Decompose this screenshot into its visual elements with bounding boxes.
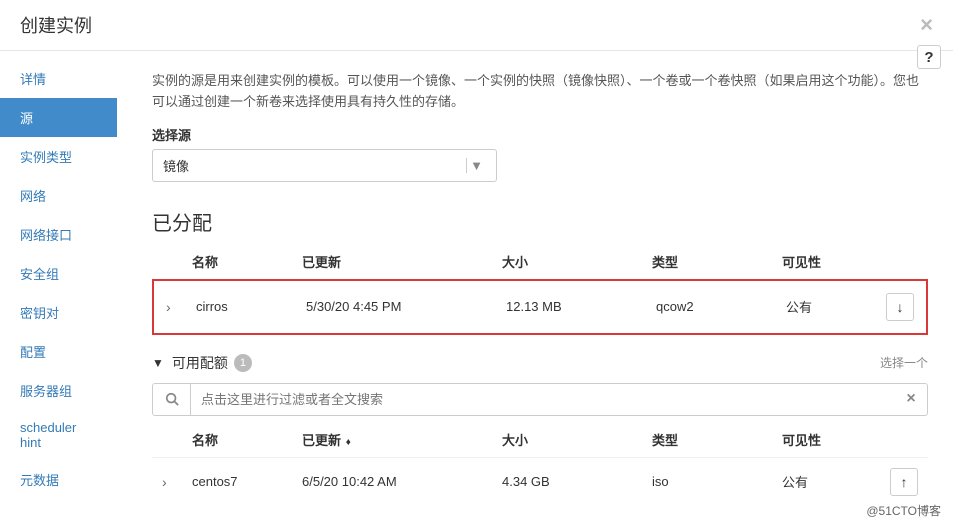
select-source-label: 选择源: [152, 125, 928, 144]
allocated-type: qcow2: [656, 299, 786, 314]
allocated-row: › cirros 5/30/20 4:45 PM 12.13 MB qcow2 …: [156, 283, 924, 331]
source-description: 实例的源是用来创建实例的模板。可以使用一个镜像、一个实例的快照（镜像快照）、一个…: [152, 71, 928, 113]
avail-header-visibility[interactable]: 可见性: [782, 430, 882, 449]
arrow-up-icon: ↑: [901, 474, 908, 490]
select-one-hint: 选择一个: [880, 354, 928, 371]
allocated-visibility: 公有: [786, 297, 886, 316]
header-visibility: 可见性: [782, 252, 882, 271]
sidebar-item-server-groups[interactable]: 服务器组: [0, 371, 117, 410]
sidebar-item-configuration[interactable]: 配置: [0, 332, 117, 371]
header-type: 类型: [652, 252, 782, 271]
available-count-badge: 1: [234, 354, 252, 372]
allocated-table-header: 名称 已更新 大小 类型 可见性: [152, 246, 928, 279]
footer-credit: @51CTO博客: [866, 502, 941, 519]
sort-indicator-icon: ♦: [343, 437, 351, 448]
sidebar-item-network-ports[interactable]: 网络接口: [0, 215, 117, 254]
header-updated: 已更新: [302, 252, 502, 271]
caret-down-icon: ▼: [466, 158, 486, 173]
sidebar-item-metadata[interactable]: 元数据: [0, 460, 117, 499]
available-visibility: 公有: [782, 472, 882, 491]
sidebar-item-security-groups[interactable]: 安全组: [0, 254, 117, 293]
search-icon[interactable]: [153, 384, 191, 415]
deallocate-button[interactable]: ↓: [886, 293, 914, 321]
sidebar-item-flavor[interactable]: 实例类型: [0, 137, 117, 176]
available-row: › centos7 6/5/20 10:42 AM 4.34 GB iso 公有…: [152, 457, 928, 506]
search-input[interactable]: [191, 384, 895, 415]
chevron-right-icon[interactable]: ›: [162, 474, 167, 490]
header-name: 名称: [192, 252, 302, 271]
available-name: centos7: [192, 474, 302, 489]
allocate-button[interactable]: ↑: [890, 468, 918, 496]
select-source-value: 镜像: [163, 156, 189, 175]
avail-header-size[interactable]: 大小: [502, 430, 652, 449]
clear-search-icon[interactable]: ×: [895, 384, 927, 415]
allocated-size: 12.13 MB: [506, 299, 656, 314]
allocated-highlight-box: › cirros 5/30/20 4:45 PM 12.13 MB qcow2 …: [152, 279, 928, 335]
sidebar-item-scheduler-hint[interactable]: scheduler hint: [0, 410, 117, 460]
sidebar-item-details[interactable]: 详情: [0, 59, 117, 98]
sidebar-item-networks[interactable]: 网络: [0, 176, 117, 215]
sidebar-item-source[interactable]: 源: [0, 98, 117, 137]
sidebar-item-keypair[interactable]: 密钥对: [0, 293, 117, 332]
available-title-text: 可用配额: [172, 353, 228, 373]
available-type: iso: [652, 474, 782, 489]
available-size: 4.34 GB: [502, 474, 652, 489]
search-bar: ×: [152, 383, 928, 416]
allocated-updated: 5/30/20 4:45 PM: [306, 299, 506, 314]
chevron-right-icon[interactable]: ›: [166, 299, 171, 315]
avail-header-name[interactable]: 名称: [192, 430, 302, 449]
header-size: 大小: [502, 252, 652, 271]
close-icon[interactable]: ×: [920, 12, 933, 38]
main-panel: 实例的源是用来创建实例的模板。可以使用一个镜像、一个实例的快照（镜像快照）、一个…: [117, 51, 953, 516]
arrow-down-icon: ↓: [897, 299, 904, 315]
modal-title: 创建实例: [20, 12, 92, 38]
chevron-down-icon: ▼: [152, 356, 164, 370]
avail-header-type[interactable]: 类型: [652, 430, 782, 449]
available-table-header: 名称 已更新 ♦ 大小 类型 可见性: [152, 424, 928, 457]
select-source-dropdown[interactable]: 镜像 ▼: [152, 149, 497, 182]
allocated-name: cirros: [196, 299, 306, 314]
available-toggle[interactable]: ▼ 可用配额 1: [152, 353, 252, 373]
wizard-sidebar: 详情 源 实例类型 网络 网络接口 安全组 密钥对 配置 服务器组 schedu…: [0, 51, 117, 516]
available-updated: 6/5/20 10:42 AM: [302, 474, 502, 489]
avail-header-updated[interactable]: 已更新 ♦: [302, 430, 502, 449]
allocated-title: 已分配: [152, 207, 928, 236]
